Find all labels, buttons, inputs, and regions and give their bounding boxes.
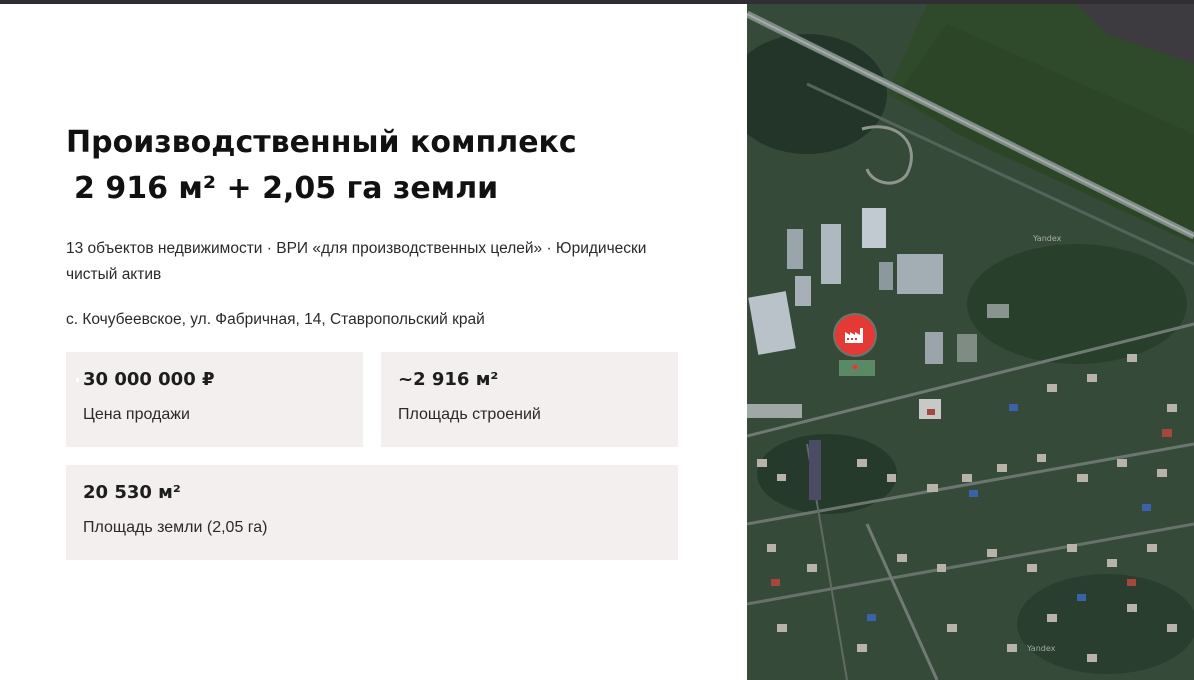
title-line-2: 2 916 м² + 2,05 га земли <box>74 171 499 206</box>
price-label: Цена продажи <box>83 406 190 423</box>
property-map-marker[interactable] <box>835 315 875 355</box>
building-area-label: Площадь строений <box>398 406 541 423</box>
satellite-map[interactable]: Yandex Yandex <box>747 4 1194 680</box>
map-watermark: Yandex <box>1033 234 1062 243</box>
page-title: Производственный комплекс 2 916 м² + 2,0… <box>66 120 706 212</box>
land-area-card: 20 530 м² Площадь земли (2,05 га) <box>66 465 678 560</box>
price-card: 30 000 000 ₽ Цена продажи <box>66 352 363 447</box>
satellite-imagery <box>747 4 1194 680</box>
land-area-label: Площадь земли (2,05 га) <box>83 519 268 536</box>
land-area-value: 20 530 м² <box>83 482 181 503</box>
listing-subtitle: 13 объектов недвижимости · ВРИ «для прои… <box>66 240 647 283</box>
factory-icon <box>845 328 863 343</box>
price-value: 30 000 000 ₽ <box>76 369 215 390</box>
map-watermark: Yandex <box>1027 644 1056 653</box>
building-area-value: ~2 916 м² <box>398 369 499 390</box>
listing-info-panel <box>0 4 747 680</box>
title-line-1: Производственный комплекс <box>66 125 577 160</box>
listing-address: с. Кочубеевское, ул. Фабричная, 14, Став… <box>66 311 485 328</box>
building-area-card: ~2 916 м² Площадь строений <box>381 352 678 447</box>
